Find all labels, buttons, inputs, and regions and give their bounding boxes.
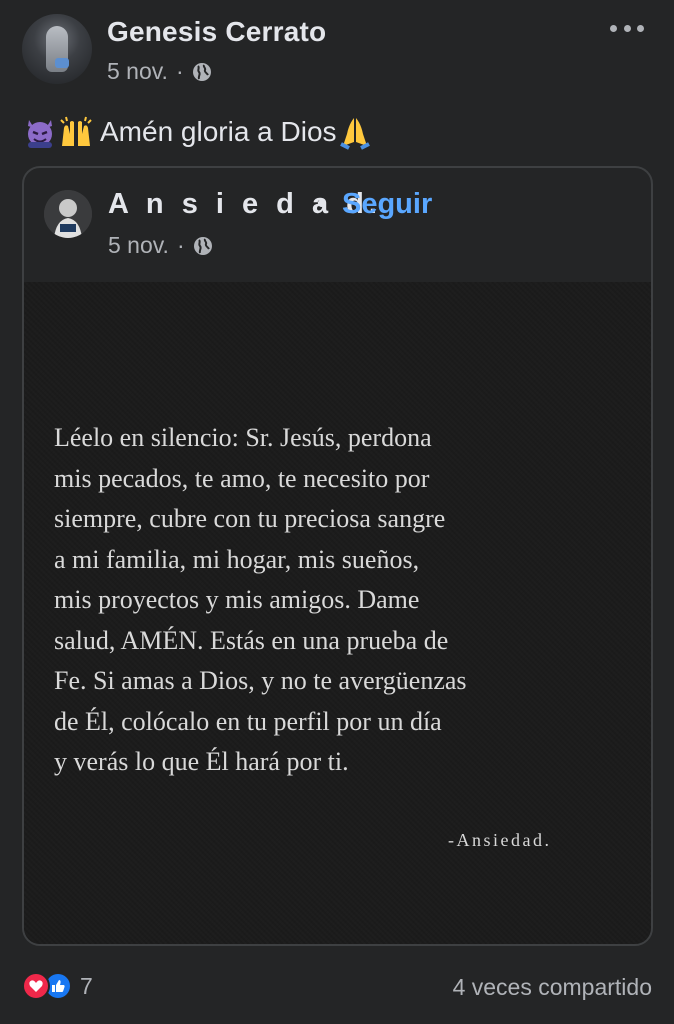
shared-page-name[interactable]: A n s i e d a d. (108, 188, 382, 221)
author-name[interactable]: Genesis Cerrato (107, 16, 326, 48)
globe-icon (193, 236, 212, 255)
quote-image[interactable]: Léelo en silencio: Sr. Jesús, perdona mi… (24, 282, 651, 944)
quote-line: siempre, cubre con tu preciosa sangre (54, 504, 446, 533)
quote-line: a mi familia, mi hogar, mis sueños, (54, 544, 420, 574)
quote-line: y verás lo que Él hará por ti. (54, 747, 349, 776)
shared-post-date[interactable]: 5 nov. (108, 232, 169, 259)
meta-separator: · (176, 232, 185, 258)
post-caption: Amén gloria a Dios (22, 114, 373, 150)
shared-post-meta: 5 nov. · (108, 232, 213, 259)
follow-separator: • (317, 188, 327, 218)
love-reaction-icon (22, 972, 50, 1000)
folded-hands-emoji-icon (339, 118, 370, 150)
post-meta: 5 nov. · (107, 58, 212, 85)
more-options-button[interactable] (610, 22, 644, 34)
dot-icon (623, 24, 631, 32)
globe-icon (192, 62, 211, 81)
quote-signature: -Ansiedad. (448, 830, 552, 850)
shared-page-avatar[interactable] (44, 190, 92, 238)
quote-line: de Él, colócalo en tu perfil por un día (54, 706, 442, 736)
devil-emoji-icon (28, 120, 52, 148)
quote-line: mis proyectos y mis amigos. Dame (54, 585, 420, 614)
shared-post-card[interactable]: A n s i e d a d. • Seguir 5 nov. · Léelo… (22, 166, 653, 946)
raising-hands-emoji-icon (60, 116, 92, 146)
post-date[interactable]: 5 nov. (107, 58, 168, 85)
page-avatar-image (44, 190, 92, 238)
reactions-summary[interactable]: 7 (22, 972, 93, 1000)
follow-button[interactable]: Seguir (342, 188, 432, 221)
quote-line: salud, AMÉN. Estás en una prueba de (54, 625, 449, 655)
caption-text: Amén gloria a Dios (100, 116, 337, 147)
quote-text: Léelo en silencio: Sr. Jesús, perdona mi… (54, 418, 574, 783)
quote-line: mis pecados, te amo, te necesito por (54, 463, 430, 493)
meta-separator: · (175, 58, 184, 84)
author-avatar[interactable] (22, 14, 92, 84)
quote-line: Léelo en silencio: Sr. Jesús, perdona (54, 423, 432, 452)
reaction-count: 7 (80, 972, 93, 999)
quote-line: Fe. Si amas a Dios, y no te avergüenzas (54, 666, 467, 695)
dot-icon (637, 24, 644, 32)
dot-icon (610, 24, 617, 32)
shares-count[interactable]: 4 veces compartido (453, 974, 652, 1001)
